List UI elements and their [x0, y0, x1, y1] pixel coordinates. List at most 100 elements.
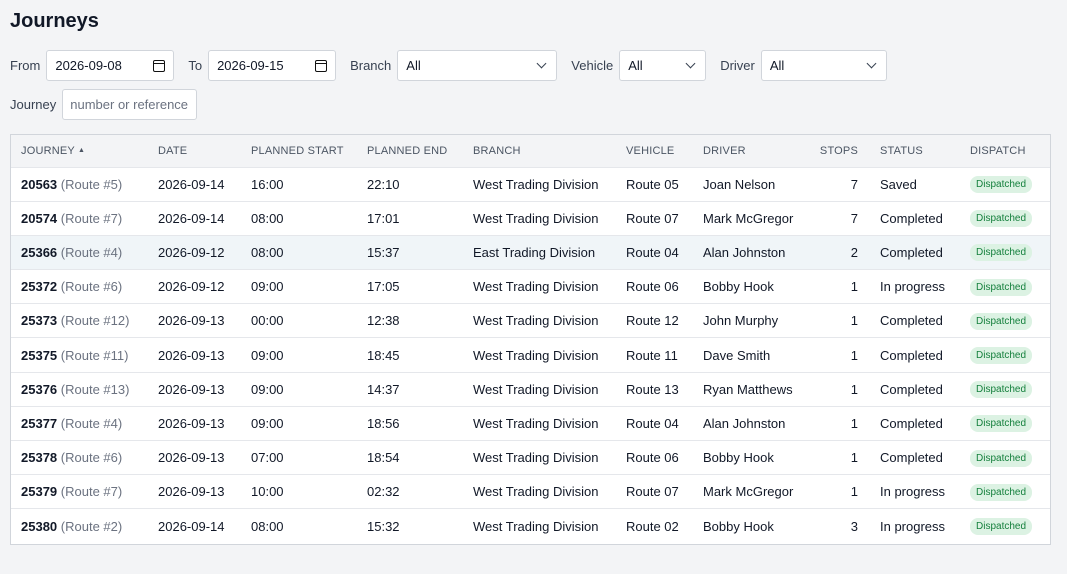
journey-search-input[interactable]: number or reference — [62, 89, 198, 120]
cell-dispatch: Dispatched — [960, 235, 1050, 271]
journey-route-ref: (Route #6) — [60, 279, 123, 295]
column-header-journey[interactable]: Journey ▲ — [11, 135, 148, 168]
vehicle-select-value: All — [628, 58, 643, 73]
cell-stops: 7 — [807, 167, 870, 202]
table-row[interactable]: 20563 (Route #5) 2026-09-14 16:00 22:10 West… — [11, 167, 1050, 202]
cell-vehicle: Route 02 — [626, 518, 679, 534]
cell-stops: 2 — [807, 235, 870, 271]
journey-route-ref: (Route #13) — [60, 381, 130, 397]
branch-select[interactable]: All — [397, 50, 558, 81]
cell-date: 2026-09-14 — [148, 167, 241, 202]
cell-date: 2026-09-14 — [148, 201, 241, 236]
cell-journey: 25373 (Route #12) — [11, 303, 148, 339]
to-date-input[interactable]: 2026-09-15 — [208, 50, 337, 81]
cell-dispatch: Dispatched — [960, 201, 1050, 236]
cell-branch: West Trading Division — [463, 440, 616, 476]
driver-label: Driver — [720, 58, 755, 73]
cell-planned-end: 18:56 — [357, 406, 463, 442]
table-row[interactable]: 25366 (Route #4) 2026-09-12 08:00 15:37 East… — [11, 235, 1050, 271]
journey-id-link[interactable]: 20563 — [21, 177, 57, 192]
cell-vehicle: Route 12 — [616, 303, 693, 339]
cell-stops: 1 — [807, 337, 870, 373]
cell-branch: West Trading Division — [463, 406, 616, 442]
journey-route-ref: (Route #7) — [60, 210, 123, 226]
journey-search-row: Journey number or reference — [10, 89, 198, 120]
journey-id-link[interactable]: 25372 — [21, 279, 57, 294]
journey-route-ref: (Route #12) — [60, 313, 130, 329]
cell-dispatch: Dispatched — [960, 474, 1050, 510]
cell-branch: West Trading Division — [463, 372, 616, 407]
column-header-planned-start[interactable]: Planned start — [241, 135, 357, 168]
chevron-down-icon — [685, 58, 696, 69]
cell-vehicle: Route 04 — [616, 406, 693, 442]
column-header-driver[interactable]: Driver — [693, 135, 807, 168]
journey-route-ref: (Route #4) — [60, 244, 123, 260]
cell-driver: Mark McGregor — [693, 201, 807, 236]
vehicle-select[interactable]: All — [619, 50, 707, 81]
table-row[interactable]: 20574 (Route #7) 2026-09-14 08:00 17:01 West… — [11, 201, 1050, 236]
table-row[interactable]: 25380 (Route #2) 2026-09-14 08:00 15:32 West… — [11, 509, 1050, 543]
table-row[interactable]: 25373 (Route #12) 2026-09-13 00:00 12:38 Wes… — [11, 303, 1050, 339]
journey-id-link[interactable]: 25379 — [21, 484, 57, 499]
cell-journey: 20563 (Route #5) — [11, 167, 148, 202]
cell-planned-start: 09:00 — [241, 406, 357, 442]
cell-planned-end: 12:38 — [357, 303, 463, 339]
journey-id-link[interactable]: 25373 — [21, 313, 57, 328]
table-row[interactable]: 25379 (Route #7) 2026-09-13 10:00 02:32 West… — [11, 474, 1050, 510]
calendar-icon[interactable] — [153, 59, 166, 72]
column-header-status[interactable]: Status — [870, 135, 960, 168]
journey-label: Journey — [10, 97, 57, 112]
cell-branch: West Trading Division — [463, 303, 616, 339]
column-header-stops[interactable]: Stops — [807, 135, 870, 168]
journey-route-ref: (Route #2) — [60, 518, 123, 534]
cell-planned-start: 08:00 — [241, 235, 357, 271]
cell-driver: Bobby Hook — [693, 440, 807, 476]
column-header-vehicle[interactable]: Vehicle — [616, 135, 693, 168]
dispatch-status-badge: Dispatched — [970, 210, 1033, 228]
cell-date: 2026-09-13 — [148, 303, 241, 339]
cell-driver: Ryan Matthews — [693, 372, 807, 407]
cell-planned-start: 16:00 — [241, 167, 357, 202]
cell-date: 2026-09-13 — [148, 406, 241, 442]
driver-select[interactable]: All — [760, 50, 887, 81]
column-header-branch[interactable]: Branch — [463, 135, 616, 168]
journey-route-ref: (Route #11) — [60, 347, 129, 363]
cell-journey: 25375 (Route #11) — [11, 337, 148, 373]
cell-journey: 25376 (Route #13) — [11, 372, 148, 407]
driver-select-value: All — [769, 58, 785, 73]
from-date-input[interactable]: 2026-09-08 — [46, 50, 175, 81]
cell-planned-start: 09:00 — [241, 372, 357, 407]
table-header-row: Journey ▲ Date Planned start Planned end … — [11, 135, 1050, 168]
cell-stops: 1 — [807, 269, 870, 305]
journey-id-link[interactable]: 25376 — [21, 382, 57, 397]
sort-ascending-icon: ▲ — [77, 147, 86, 155]
column-header-planned-end[interactable]: Planned end — [357, 135, 463, 168]
cell-planned-end: 15:32 — [367, 518, 400, 534]
dispatch-status-badge: Dispatched — [970, 518, 1033, 536]
table-row[interactable]: 25375 (Route #11) 2026-09-13 09:00 18:45 Wes… — [11, 337, 1050, 373]
cell-vehicle: Route 13 — [616, 372, 693, 407]
cell-status: Completed — [870, 372, 960, 407]
cell-branch: West Trading Division — [473, 518, 599, 534]
calendar-icon[interactable] — [315, 59, 328, 72]
journey-id-link[interactable]: 25366 — [21, 245, 57, 260]
table-row[interactable]: 25378 (Route #6) 2026-09-13 07:00 18:54 West… — [11, 440, 1050, 476]
journey-id-link[interactable]: 25375 — [21, 348, 57, 363]
journey-id-link[interactable]: 25380 — [21, 519, 57, 534]
cell-branch: West Trading Division — [463, 167, 616, 202]
journeys-table: Journey ▲ Date Planned start Planned end … — [10, 134, 1051, 545]
journey-id-link[interactable]: 25377 — [21, 416, 57, 431]
dispatch-status-badge: Dispatched — [970, 347, 1033, 365]
cell-status: In progress — [870, 269, 960, 305]
cell-dispatch: Dispatched — [960, 269, 1050, 305]
cell-branch: West Trading Division — [463, 201, 616, 236]
cell-status: In progress — [880, 518, 946, 534]
table-row[interactable]: 25372 (Route #6) 2026-09-12 09:00 17:05 West… — [11, 269, 1050, 305]
column-header-date[interactable]: Date — [148, 135, 241, 168]
table-row[interactable]: 25377 (Route #4) 2026-09-13 09:00 18:56 West… — [11, 406, 1050, 442]
journey-id-link[interactable]: 20574 — [21, 211, 57, 226]
journey-id-link[interactable]: 25378 — [21, 450, 57, 465]
column-header-dispatch[interactable]: Dispatch — [960, 135, 1050, 168]
table-row[interactable]: 25376 (Route #13) 2026-09-13 09:00 14:37 Wes… — [11, 372, 1050, 407]
dispatch-status-badge: Dispatched — [970, 312, 1033, 330]
